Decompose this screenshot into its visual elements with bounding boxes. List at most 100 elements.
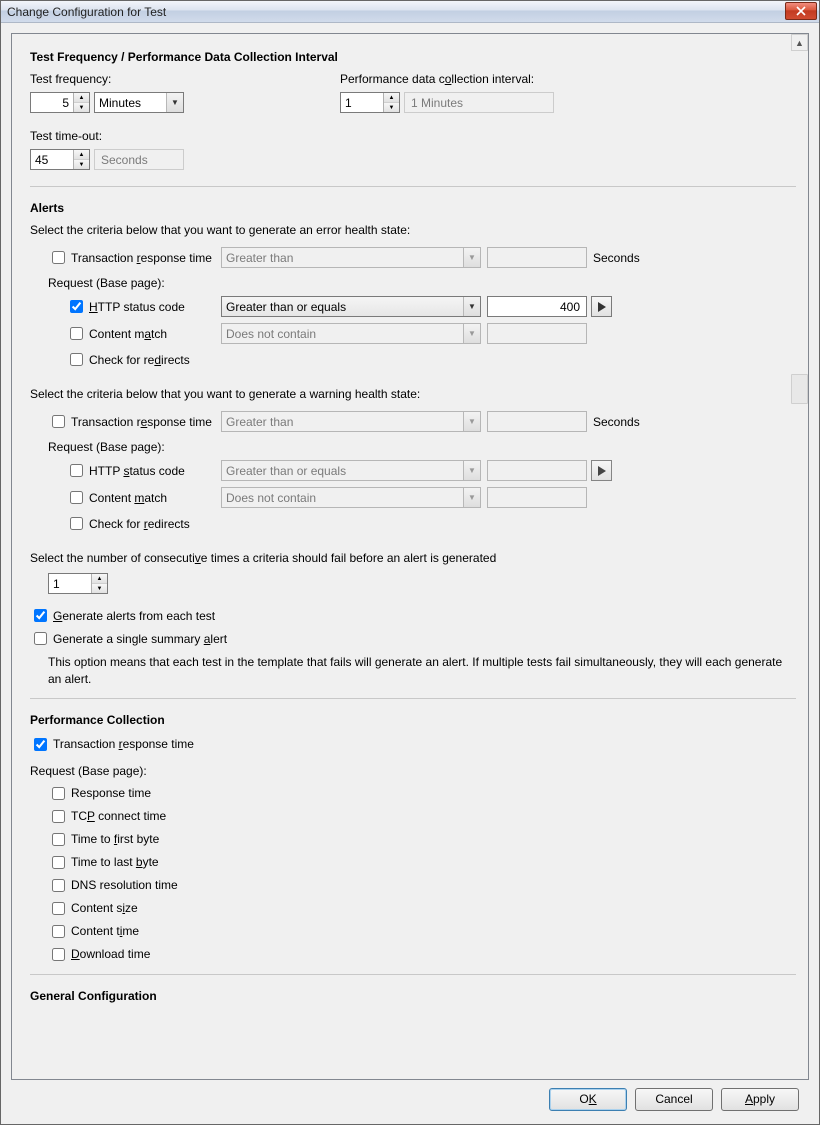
timeout-input[interactable] (31, 150, 73, 169)
gen-summary-label: Generate a single summary alert (53, 632, 227, 646)
perf-lastbyte-checkbox[interactable] (52, 856, 65, 869)
warn-content-checkbox[interactable] (70, 491, 83, 504)
error-http-value-input[interactable] (492, 299, 582, 315)
perf-firstbyte-checkbox[interactable] (52, 833, 65, 846)
perf-lastbyte-label: Time to last byte (71, 855, 159, 869)
perf-ctime-checkbox[interactable] (52, 925, 65, 938)
perf-tcp-label: TCP connect time (71, 809, 166, 823)
perf-request-base-label: Request (Base page): (30, 764, 796, 778)
spin-down-icon[interactable]: ▼ (74, 160, 89, 169)
timeout-unit-text: Seconds (101, 153, 148, 167)
timeout-label: Test time-out: (30, 129, 796, 143)
perf-response-checkbox[interactable] (52, 787, 65, 800)
titlebar: Change Configuration for Test (1, 1, 819, 23)
perf-firstbyte-label: Time to first byte (71, 832, 159, 846)
divider (30, 698, 796, 699)
gen-each-label: Generate alerts from each test (53, 609, 215, 623)
warn-content-label: Content match (89, 491, 221, 505)
section-perf-title: Performance Collection (30, 713, 796, 727)
test-frequency-input[interactable] (31, 93, 73, 112)
timeout-unit-box: Seconds (94, 149, 184, 170)
chevron-down-icon: ▼ (463, 324, 480, 343)
error-content-value-field (487, 323, 587, 344)
dialog-window: Change Configuration for Test ▲ Test Fre… (0, 0, 820, 1125)
warn-trt-value-field (487, 411, 587, 432)
divider (30, 974, 796, 975)
timeout-spinner[interactable]: ▲▼ (30, 149, 90, 170)
spin-up-icon[interactable]: ▲ (384, 93, 399, 103)
error-content-op-text: Does not contain (226, 327, 316, 341)
spin-up-icon[interactable]: ▲ (92, 574, 107, 584)
warn-content-op-combo: Does not contain ▼ (221, 487, 481, 508)
warn-redirects-label: Check for redirects (89, 517, 190, 531)
warn-trt-op-combo: Greater than ▼ (221, 411, 481, 432)
perf-tcp-checkbox[interactable] (52, 810, 65, 823)
spin-up-icon[interactable]: ▲ (74, 150, 89, 160)
spin-down-icon[interactable]: ▼ (74, 103, 89, 112)
test-frequency-unit-text: Minutes (99, 96, 141, 110)
perf-dns-checkbox[interactable] (52, 879, 65, 892)
error-http-label: HTTP status code (89, 300, 221, 314)
perf-trt-label: Transaction response time (53, 737, 194, 751)
consecutive-label: Select the number of consecutive times a… (30, 551, 796, 565)
apply-button[interactable]: Apply (721, 1088, 799, 1111)
error-trt-value-field (487, 247, 587, 268)
perf-interval-label: Performance data collection interval: (340, 72, 640, 86)
spin-up-icon[interactable]: ▲ (74, 93, 89, 103)
scroll-up-button[interactable]: ▲ (791, 34, 808, 51)
chevron-down-icon: ▼ (463, 488, 480, 507)
chevron-down-icon: ▼ (463, 461, 480, 480)
section-frequency-title: Test Frequency / Performance Data Collec… (30, 50, 796, 64)
ok-label: OK (579, 1092, 596, 1106)
warn-http-play-button[interactable] (591, 460, 612, 481)
warn-http-value-field (487, 460, 587, 481)
play-icon (598, 302, 606, 312)
cancel-button[interactable]: Cancel (635, 1088, 713, 1111)
gen-each-checkbox[interactable] (34, 609, 47, 622)
test-frequency-unit-combo[interactable]: Minutes ▼ (94, 92, 184, 113)
warn-content-op-text: Does not contain (226, 491, 316, 505)
error-trt-checkbox[interactable] (52, 251, 65, 264)
test-frequency-spinner[interactable]: ▲▼ (30, 92, 90, 113)
chevron-down-icon: ▼ (463, 297, 480, 316)
warning-criteria-intro: Select the criteria below that you want … (30, 387, 796, 401)
spin-down-icon[interactable]: ▼ (384, 103, 399, 112)
perf-dl-checkbox[interactable] (52, 948, 65, 961)
gen-summary-checkbox[interactable] (34, 632, 47, 645)
perf-csize-label: Content size (71, 901, 138, 915)
consecutive-spinner[interactable]: ▲▼ (48, 573, 108, 594)
perf-dns-label: DNS resolution time (71, 878, 178, 892)
warn-trt-op-text: Greater than (226, 415, 293, 429)
chevron-down-icon: ▼ (463, 248, 480, 267)
ok-button[interactable]: OK (549, 1088, 627, 1111)
error-redirects-checkbox[interactable] (70, 353, 83, 366)
perf-csize-checkbox[interactable] (52, 902, 65, 915)
error-trt-op-combo: Greater than ▼ (221, 247, 481, 268)
warn-trt-checkbox[interactable] (52, 415, 65, 428)
error-http-value-field[interactable] (487, 296, 587, 317)
error-trt-op-text: Greater than (226, 251, 293, 265)
spin-down-icon[interactable]: ▼ (92, 584, 107, 593)
perf-interval-unit-box: 1 Minutes (404, 92, 554, 113)
error-content-checkbox[interactable] (70, 327, 83, 340)
close-icon (796, 6, 806, 16)
chevron-down-icon: ▼ (463, 412, 480, 431)
close-button[interactable] (785, 2, 817, 20)
warn-trt-label: Transaction response time (71, 415, 221, 429)
perf-interval-input[interactable] (341, 93, 383, 112)
perf-trt-checkbox[interactable] (34, 738, 47, 751)
perf-interval-spinner[interactable]: ▲▼ (340, 92, 400, 113)
alerts-note: This option means that each test in the … (48, 654, 788, 688)
error-http-checkbox[interactable] (70, 300, 83, 313)
warn-redirects-checkbox[interactable] (70, 517, 83, 530)
consecutive-input[interactable] (49, 574, 91, 593)
warn-request-base-label: Request (Base page): (48, 440, 796, 454)
error-criteria-intro: Select the criteria below that you want … (30, 223, 796, 237)
error-http-play-button[interactable] (591, 296, 612, 317)
warn-http-op-text: Greater than or equals (226, 464, 346, 478)
warn-http-checkbox[interactable] (70, 464, 83, 477)
perf-ctime-label: Content time (71, 924, 139, 938)
error-http-op-combo[interactable]: Greater than or equals ▼ (221, 296, 481, 317)
section-alerts-title: Alerts (30, 201, 796, 215)
scroll-thumb[interactable] (791, 374, 808, 404)
